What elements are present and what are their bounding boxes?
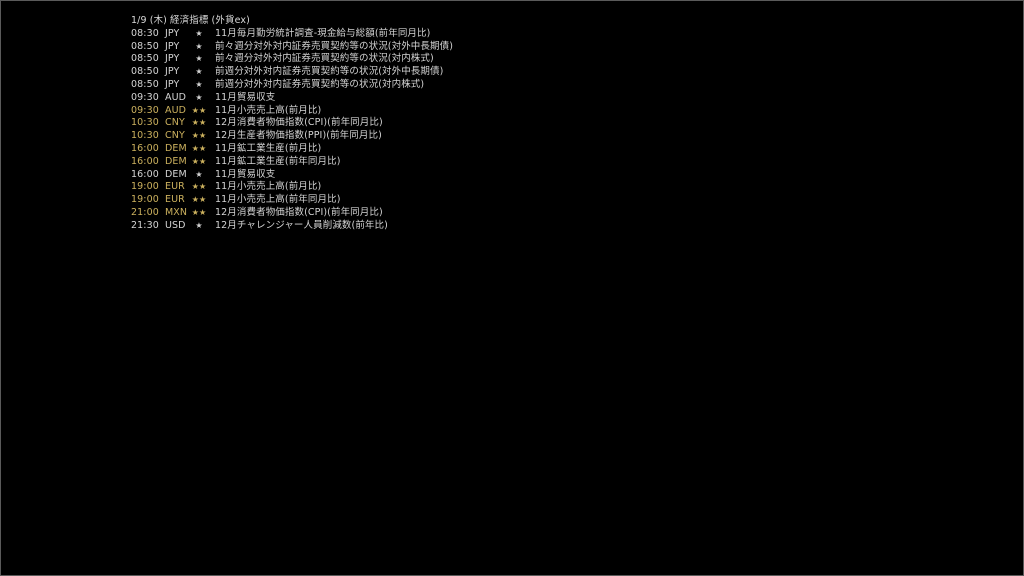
event-currency: DEM bbox=[165, 142, 187, 154]
event-currency: EUR bbox=[165, 194, 185, 206]
importance-stars-icon: ★★ bbox=[191, 156, 207, 166]
event-time: 21:30 bbox=[131, 219, 159, 231]
event-currency: USD bbox=[165, 219, 186, 231]
event-name: 12月消費者物価指数(CPI)(前年同月比) bbox=[215, 206, 383, 218]
event-name: 12月生産者物価指数(PPI)(前年同月比) bbox=[215, 130, 382, 142]
event-row: 08:30 JPY ★ 11月毎月勤労統計調査-現金給与総額(前年同月比) bbox=[131, 28, 453, 41]
event-row: 08:50 JPY ★ 前々週分対外対内証券売買契約等の状況(対外中長期債) bbox=[131, 41, 453, 54]
event-time: 08:50 bbox=[131, 40, 159, 52]
event-time: 08:30 bbox=[131, 27, 159, 39]
importance-stars-icon: ★ bbox=[195, 92, 203, 102]
event-currency: DEM bbox=[165, 155, 187, 167]
importance-stars-icon: ★★ bbox=[191, 143, 207, 153]
event-row: 10:30 CNY ★★ 12月消費者物価指数(CPI)(前年同月比) bbox=[131, 117, 453, 130]
event-time: 19:00 bbox=[131, 194, 159, 206]
screen: 1/9 (木) 経済指標 (外貨ex) 08:30 JPY ★ 11月毎月勤労統計調査… bbox=[0, 0, 1024, 576]
event-currency: CNY bbox=[165, 130, 185, 142]
event-row: 08:50 JPY ★ 前週分対外対内証券売買契約等の状況(対外中長期債) bbox=[131, 66, 453, 79]
importance-stars-icon: ★ bbox=[195, 54, 203, 64]
event-row: 10:30 CNY ★★ 12月生産者物価指数(PPI)(前年同月比) bbox=[131, 130, 453, 143]
importance-stars-icon: ★★ bbox=[191, 131, 207, 141]
event-time: 16:00 bbox=[131, 168, 159, 180]
event-row: 09:30 AUD ★ 11月貿易収支 bbox=[131, 92, 453, 105]
event-currency: JPY bbox=[165, 78, 180, 90]
event-name: 11月小売売上高(前年同月比) bbox=[215, 194, 341, 206]
event-currency: JPY bbox=[165, 53, 180, 65]
event-name: 11月貿易収支 bbox=[215, 91, 276, 103]
importance-stars-icon: ★★ bbox=[191, 118, 207, 128]
importance-stars-icon: ★★ bbox=[191, 105, 207, 115]
event-time: 08:50 bbox=[131, 78, 159, 90]
event-currency: JPY bbox=[165, 40, 180, 52]
event-time: 08:50 bbox=[131, 53, 159, 65]
importance-stars-icon: ★ bbox=[195, 220, 203, 230]
event-time: 08:50 bbox=[131, 66, 159, 78]
event-name: 11月鉱工業生産(前年同月比) bbox=[215, 155, 341, 167]
event-row: 08:50 JPY ★ 前週分対外対内証券売買契約等の状況(対内株式) bbox=[131, 79, 453, 92]
importance-stars-icon: ★ bbox=[195, 67, 203, 77]
event-currency: JPY bbox=[165, 66, 180, 78]
event-name: 前々週分対外対内証券売買契約等の状況(対外中長期債) bbox=[215, 40, 454, 52]
event-currency: CNY bbox=[165, 117, 185, 129]
economic-indicators-panel: 1/9 (木) 経済指標 (外貨ex) 08:30 JPY ★ 11月毎月勤労統計調査… bbox=[131, 15, 453, 233]
event-name: 12月チャレンジャー人員削減数(前年比) bbox=[215, 219, 388, 231]
event-row: 16:00 DEM ★★ 11月鉱工業生産(前月比) bbox=[131, 143, 453, 156]
event-currency: JPY bbox=[165, 27, 180, 39]
event-row: 19:00 EUR ★★ 11月小売売上高(前月比) bbox=[131, 181, 453, 194]
event-row: 19:00 EUR ★★ 11月小売売上高(前年同月比) bbox=[131, 194, 453, 207]
event-time: 09:30 bbox=[131, 91, 159, 103]
event-list: 08:30 JPY ★ 11月毎月勤労統計調査-現金給与総額(前年同月比) 08:50 J… bbox=[131, 28, 453, 233]
event-currency: MXN bbox=[165, 206, 188, 218]
importance-stars-icon: ★ bbox=[195, 28, 203, 38]
event-currency: DEM bbox=[165, 168, 187, 180]
event-currency: AUD bbox=[165, 104, 187, 116]
event-time: 19:00 bbox=[131, 181, 159, 193]
importance-stars-icon: ★★ bbox=[191, 195, 207, 205]
event-name: 11月毎月勤労統計調査-現金給与総額(前年同月比) bbox=[215, 27, 431, 39]
event-row: 16:00 DEM ★ 11月貿易収支 bbox=[131, 169, 453, 182]
event-time: 21:00 bbox=[131, 206, 159, 218]
importance-stars-icon: ★ bbox=[195, 169, 203, 179]
event-currency: AUD bbox=[165, 91, 187, 103]
panel-title: 1/9 (木) 経済指標 (外貨ex) bbox=[131, 15, 250, 26]
importance-stars-icon: ★ bbox=[195, 41, 203, 51]
event-name: 12月消費者物価指数(CPI)(前年同月比) bbox=[215, 117, 383, 129]
event-row: 21:00 MXN ★★ 12月消費者物価指数(CPI)(前年同月比) bbox=[131, 207, 453, 220]
event-row: 16:00 DEM ★★ 11月鉱工業生産(前年同月比) bbox=[131, 156, 453, 169]
event-name: 前週分対外対内証券売買契約等の状況(対外中長期債) bbox=[215, 66, 444, 78]
event-name: 11月鉱工業生産(前月比) bbox=[215, 142, 322, 154]
event-currency: EUR bbox=[165, 181, 185, 193]
importance-stars-icon: ★ bbox=[195, 79, 203, 89]
event-name: 11月小売売上高(前月比) bbox=[215, 181, 322, 193]
event-time: 16:00 bbox=[131, 155, 159, 167]
event-name: 前々週分対外対内証券売買契約等の状況(対内株式) bbox=[215, 53, 434, 65]
event-row: 08:50 JPY ★ 前々週分対外対内証券売買契約等の状況(対内株式) bbox=[131, 53, 453, 66]
event-row: 21:30 USD ★ 12月チャレンジャー人員削減数(前年比) bbox=[131, 220, 453, 233]
event-row: 09:30 AUD ★★ 11月小売売上高(前月比) bbox=[131, 105, 453, 118]
event-name: 11月小売売上高(前月比) bbox=[215, 104, 322, 116]
event-name: 11月貿易収支 bbox=[215, 168, 276, 180]
event-time: 09:30 bbox=[131, 104, 159, 116]
event-time: 10:30 bbox=[131, 130, 159, 142]
event-time: 10:30 bbox=[131, 117, 159, 129]
event-name: 前週分対外対内証券売買契約等の状況(対内株式) bbox=[215, 78, 425, 90]
importance-stars-icon: ★★ bbox=[191, 182, 207, 192]
importance-stars-icon: ★★ bbox=[191, 207, 207, 217]
event-time: 16:00 bbox=[131, 142, 159, 154]
